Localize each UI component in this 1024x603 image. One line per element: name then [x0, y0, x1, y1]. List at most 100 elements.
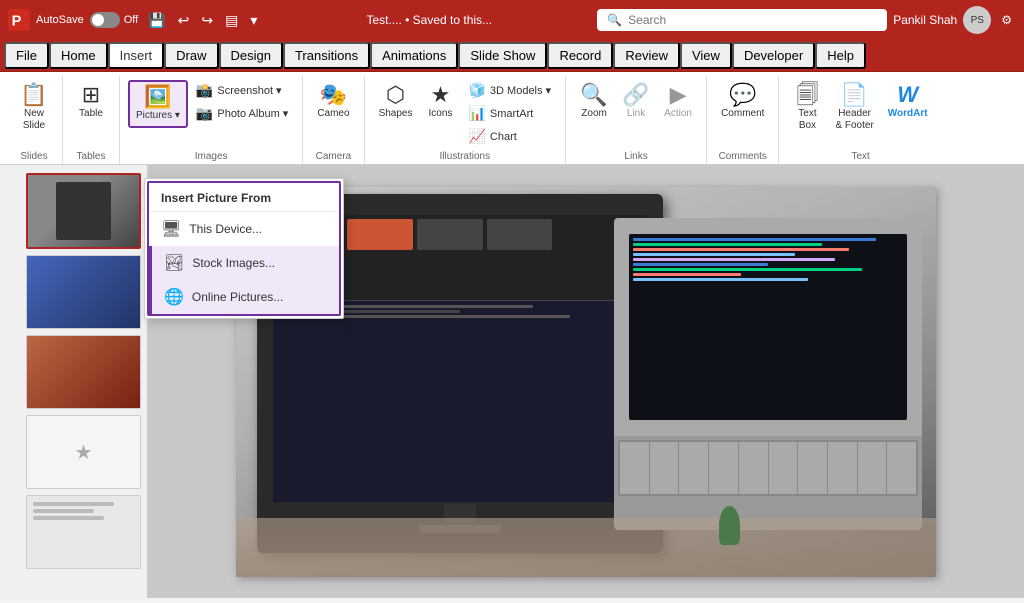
- ribbon: 📋 NewSlide Slides ⊞ Table Tables 🖼️ Pict…: [0, 72, 1024, 165]
- chart-icon: 📈: [468, 128, 485, 145]
- 3d-models-button[interactable]: 🧊 3D Models ▾: [462, 80, 557, 101]
- ribbon-group-camera: 🎭 Cameo Camera: [303, 76, 364, 164]
- ribbon-group-comments: 💬 Comment Comments: [707, 76, 779, 164]
- header-footer-button[interactable]: 📄 Header& Footer: [829, 80, 879, 136]
- pictures-button-container[interactable]: 🖼️ Pictures ▾: [128, 80, 188, 128]
- slide-2-thumb[interactable]: [26, 255, 141, 329]
- slides-panel: 1 2 3: [0, 165, 148, 598]
- screenshot-photoalbum-col: 📸 Screenshot ▾ 📷 Photo Album ▾: [190, 80, 294, 124]
- toggle-state-label: Off: [124, 14, 138, 26]
- wordart-button[interactable]: W WordArt: [882, 80, 934, 124]
- zoom-label: Zoom: [581, 108, 607, 120]
- illustrations-small-col: 🧊 3D Models ▾ 📊 SmartArt 📈 Chart: [462, 80, 557, 147]
- save-button[interactable]: 💾: [144, 10, 169, 31]
- cameo-button[interactable]: 🎭 Cameo: [311, 80, 355, 124]
- wordart-label: WordArt: [888, 108, 928, 120]
- stock-images-item[interactable]: 🏞 Stock Images...: [149, 246, 339, 280]
- tables-group-label: Tables: [77, 147, 106, 164]
- screenshot-label: Screenshot ▾: [217, 84, 281, 97]
- text-box-button[interactable]: 🗐 TextBox: [787, 80, 827, 136]
- comment-label: Comment: [721, 108, 764, 120]
- new-slide-button[interactable]: 📋 NewSlide: [14, 80, 54, 136]
- photo-album-button[interactable]: 📷 Photo Album ▾: [190, 103, 294, 124]
- this-device-label: This Device...: [189, 222, 262, 236]
- menu-record[interactable]: Record: [547, 42, 613, 69]
- links-group-label: Links: [624, 147, 647, 164]
- smartart-icon: 📊: [468, 105, 485, 122]
- search-input[interactable]: [628, 13, 877, 27]
- table-button[interactable]: ⊞ Table: [71, 80, 111, 124]
- shapes-icon: ⬡: [386, 84, 405, 106]
- slide-4-thumb[interactable]: ★: [26, 415, 141, 489]
- autosave-label: AutoSave: [36, 14, 84, 26]
- menu-developer[interactable]: Developer: [732, 42, 815, 69]
- online-pictures-label: Online Pictures...: [192, 290, 283, 304]
- comment-icon: 💬: [729, 84, 756, 106]
- menu-file[interactable]: File: [4, 42, 49, 69]
- cameo-label: Cameo: [317, 108, 349, 120]
- text-group-label: Text: [851, 147, 869, 164]
- shapes-button[interactable]: ⬡ Shapes: [373, 80, 419, 124]
- slide-3-thumb[interactable]: [26, 335, 141, 409]
- screenshot-button[interactable]: 📸 Screenshot ▾: [190, 80, 294, 101]
- action-button[interactable]: ▶ Action: [658, 80, 698, 124]
- menu-draw[interactable]: Draw: [164, 42, 218, 69]
- table-icon: ⊞: [82, 84, 100, 106]
- ribbon-group-text: 🗐 TextBox 📄 Header& Footer W WordArt Tex…: [779, 76, 941, 164]
- chart-button[interactable]: 📈 Chart: [462, 126, 557, 147]
- laptop-keyboard: [614, 436, 922, 530]
- menu-design[interactable]: Design: [219, 42, 283, 69]
- slide-1-thumb[interactable]: [26, 173, 141, 249]
- plant-decoration: [719, 506, 740, 545]
- redo-button[interactable]: ↪: [197, 10, 217, 31]
- stock-images-label: Stock Images...: [192, 256, 275, 270]
- text-box-icon: 🗐: [796, 84, 818, 106]
- menu-view[interactable]: View: [680, 42, 732, 69]
- slide-1-preview: [28, 175, 139, 247]
- comment-button[interactable]: 💬 Comment: [715, 80, 770, 124]
- slide-5-thumb[interactable]: [26, 495, 141, 569]
- avatar-initials: PS: [971, 15, 984, 26]
- menu-insert[interactable]: Insert: [108, 42, 165, 69]
- icons-button[interactable]: ★ Icons: [420, 80, 460, 124]
- slide-3-container: 3: [6, 335, 141, 409]
- online-pictures-item[interactable]: 🌐 Online Pictures...: [149, 280, 339, 314]
- icons-icon: ★: [431, 84, 451, 106]
- avatar[interactable]: PS: [963, 6, 991, 34]
- photo-album-label: Photo Album ▾: [217, 107, 288, 120]
- undo-button[interactable]: ↩: [174, 10, 194, 31]
- menu-home[interactable]: Home: [49, 42, 108, 69]
- title-center: Test.... • Saved to this...: [267, 13, 591, 27]
- menu-transitions[interactable]: Transitions: [283, 42, 370, 69]
- pictures-button[interactable]: 🖼️ Pictures ▾: [130, 82, 186, 126]
- slide-5-container: 5: [6, 495, 141, 569]
- menu-slideshow[interactable]: Slide Show: [458, 42, 547, 69]
- search-icon: 🔍: [607, 13, 622, 27]
- star-icon: ★: [75, 440, 93, 465]
- images-group-label: Images: [195, 147, 228, 164]
- new-slide-icon: 📋: [20, 84, 47, 106]
- search-bar[interactable]: 🔍: [597, 9, 887, 31]
- ribbon-group-illustrations: ⬡ Shapes ★ Icons 🧊 3D Models ▾ 📊 SmartAr…: [365, 76, 567, 164]
- menu-review[interactable]: Review: [613, 42, 680, 69]
- camera-group-label: Camera: [316, 147, 352, 164]
- customize-button[interactable]: ▾: [246, 10, 261, 31]
- this-device-item[interactable]: 🖥 This Device...: [149, 212, 339, 246]
- zoom-button[interactable]: 🔍 Zoom: [574, 80, 614, 124]
- smartart-button[interactable]: 📊 SmartArt: [462, 103, 557, 124]
- slide-1-container: 1: [6, 173, 141, 249]
- autosave-toggle[interactable]: Off: [90, 12, 138, 28]
- smartart-label: SmartArt: [490, 108, 533, 120]
- menu-animations[interactable]: Animations: [370, 42, 458, 69]
- ribbon-collapse-button[interactable]: ⚙: [997, 11, 1016, 29]
- powerpoint-icon: P: [8, 9, 30, 31]
- menu-help[interactable]: Help: [815, 42, 866, 69]
- dropdown-border: Insert Picture From 🖥 This Device... 🏞 S…: [147, 181, 341, 316]
- user-name-label: Pankil Shah: [893, 13, 957, 27]
- stock-images-icon: 🏞: [164, 253, 184, 273]
- slide-4-container: 4 ★: [6, 415, 141, 489]
- link-button[interactable]: 🔗 Link: [616, 80, 656, 124]
- illustrations-group-label: Illustrations: [440, 147, 491, 164]
- action-label: Action: [664, 108, 692, 120]
- present-button[interactable]: ▤: [221, 10, 242, 31]
